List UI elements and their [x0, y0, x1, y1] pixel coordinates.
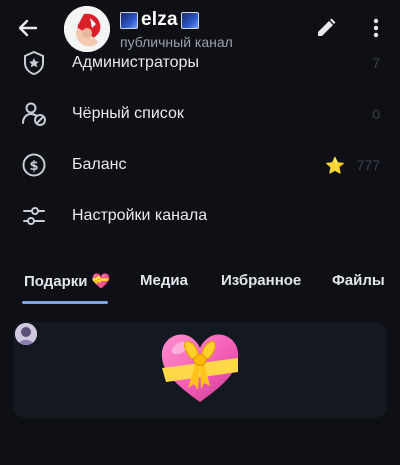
gift-heart-icon: 💝 [91, 273, 111, 290]
active-tab-indicator [22, 301, 108, 304]
tab-gifts[interactable]: Подарки 💝 [24, 272, 110, 290]
gift-heart-ribbon-icon[interactable] [158, 328, 242, 404]
edit-button[interactable] [314, 16, 338, 40]
admin-badge-icon [20, 49, 48, 77]
more-options-button[interactable] [366, 16, 386, 40]
tab-files[interactable]: Файлы [332, 272, 385, 289]
tab-gifts-label: Подарки [24, 273, 88, 290]
balance-amount: 777 [356, 157, 380, 173]
channel-title[interactable]: elza [141, 9, 178, 31]
sparkle-box-icon [120, 11, 138, 29]
menu-item-channel-settings[interactable]: Настройки канала [0, 191, 400, 241]
star-icon: ⭐ [325, 158, 345, 175]
blacklist-count: 0 [372, 106, 380, 122]
menu-label-balance: Баланс [72, 156, 127, 173]
svg-text:$: $ [29, 159, 38, 174]
sender-avatar[interactable] [15, 323, 37, 345]
tab-media[interactable]: Медиа [140, 272, 188, 289]
dollar-circle-icon: $ [20, 151, 48, 179]
pencil-icon [318, 18, 336, 36]
administrators-count: 7 [372, 55, 380, 71]
blocked-user-icon [20, 100, 48, 128]
sliders-icon [20, 202, 48, 230]
profile-tabs: Подарки 💝 Медиа Избранное Файлы [0, 266, 400, 306]
menu-item-blacklist[interactable]: Чёрный список 0 [0, 89, 400, 139]
menu-label-blacklist: Чёрный список [72, 105, 184, 122]
more-vertical-icon [373, 18, 379, 38]
menu-item-balance[interactable]: $ Баланс ⭐ 777 [0, 140, 400, 190]
menu-label-administrators: Администраторы [72, 54, 199, 71]
tab-favorites[interactable]: Избранное [221, 272, 301, 289]
menu-item-administrators[interactable]: Администраторы 7 [0, 38, 400, 88]
sparkle-box-icon [180, 11, 199, 29]
menu-label-channel-settings: Настройки канала [72, 207, 208, 224]
